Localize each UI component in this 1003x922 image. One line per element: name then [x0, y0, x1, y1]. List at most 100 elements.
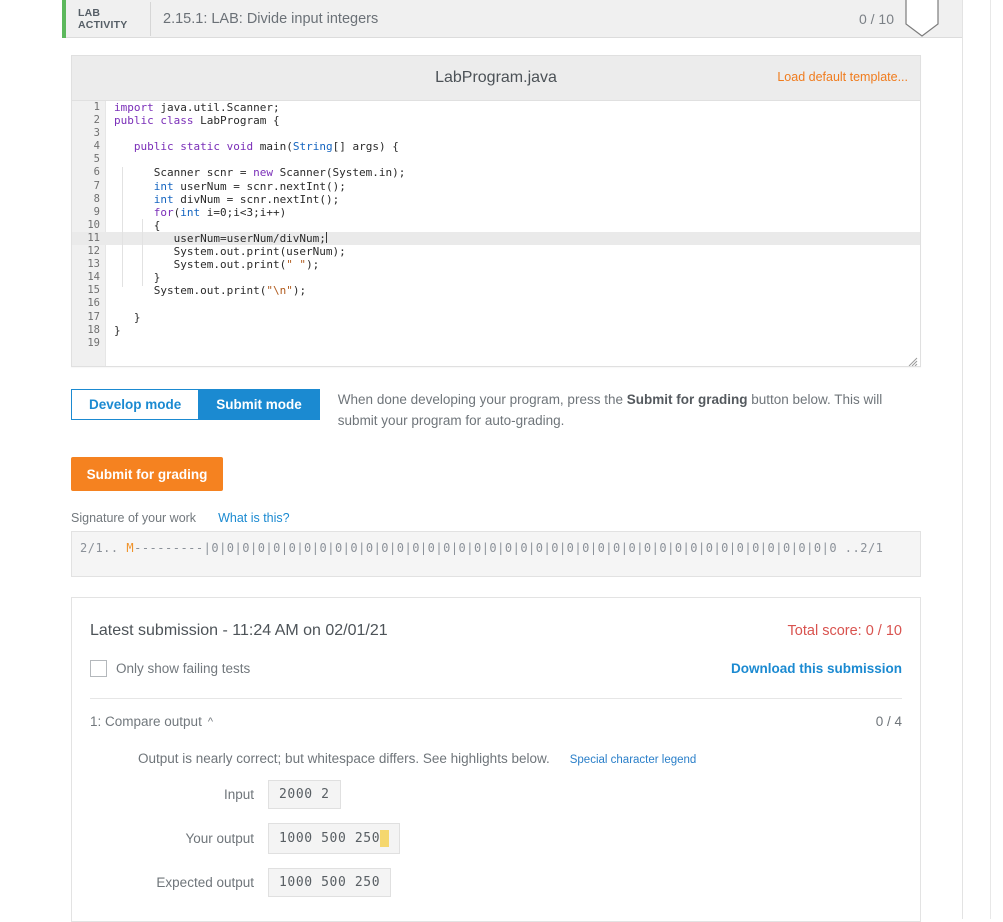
code-editor-card: LabProgram.java Load default template...… — [71, 55, 921, 367]
code-line: 8 int divNum = scnr.nextInt(); — [72, 193, 920, 206]
submit-for-grading-button[interactable]: Submit for grading — [71, 457, 223, 491]
mode-row: Develop mode Submit mode When done devel… — [71, 389, 921, 431]
lab-score: 0 / 10 — [858, 10, 894, 27]
code-line: 15 System.out.print("\n"); — [72, 284, 920, 297]
code-text: System.out.print("\n"); — [114, 284, 307, 298]
line-number: 9 — [93, 205, 100, 218]
rail-divider-right — [990, 0, 991, 919]
code-text: int userNum = scnr.nextInt(); — [153, 179, 346, 193]
test-case-header: 1: Compare output ^ 0 / 4 — [90, 714, 902, 729]
io-label: Expected output — [156, 875, 254, 890]
what-is-this-link[interactable]: What is this? — [218, 511, 290, 525]
lab-activity-header: LAB ACTIVITY 2.15.1: LAB: Divide input i… — [62, 0, 962, 38]
code-line: 18} — [72, 324, 920, 337]
editor-filename: LabProgram.java — [435, 69, 557, 86]
io-row: Your output 1000 500 250 — [90, 823, 902, 854]
io-value-box: 1000 500 250 — [268, 823, 401, 854]
code-text-area[interactable]: 1 import java.util.Scanner; 2 public class … — [72, 101, 920, 366]
only-failing-tests-checkbox[interactable] — [90, 660, 107, 677]
code-line: 2 public class LabProgram { — [72, 114, 920, 127]
code-line: 16 — [72, 297, 920, 310]
code-text: Scanner scnr = new Scanner(System.in); — [114, 166, 406, 180]
develop-mode-button[interactable]: Develop mode — [71, 389, 200, 420]
signature-label-row: Signature of your work What is this? — [71, 511, 953, 525]
code-editor-body[interactable]: 1 import java.util.Scanner; 2 public class … — [72, 101, 920, 366]
code-text: public static void main(String[] args) { — [133, 140, 399, 154]
indent-guide — [122, 166, 123, 288]
header-divider — [150, 1, 151, 36]
lab-activity-tag: LAB ACTIVITY — [78, 7, 146, 31]
line-number: 15 — [87, 284, 100, 297]
submission-title: Latest submission - 11:24 AM on 02/01/21 — [90, 622, 388, 639]
code-line: 17 } — [72, 311, 920, 324]
code-line: 4 public static void main(String[] args)… — [72, 140, 920, 153]
latest-submission-panel: Latest submission - 11:24 AM on 02/01/21… — [71, 597, 921, 922]
line-number: 13 — [87, 258, 100, 271]
line-number: 17 — [87, 310, 100, 323]
code-text: { — [114, 218, 161, 232]
line-number: 1 — [93, 101, 100, 113]
code-line: 7 int userNum = scnr.nextInt(); — [72, 180, 920, 193]
code-line: 9 for(int i=0;i<3;i++) — [72, 206, 920, 219]
mode-note-prefix: When done developing your program, press… — [337, 392, 627, 407]
code-line: 5 — [72, 153, 920, 166]
code-line: 14 } — [72, 271, 920, 284]
whitespace-highlight — [380, 830, 390, 847]
code-text: System.out.print(" "); — [114, 258, 320, 272]
line-number: 10 — [87, 218, 100, 231]
lab-title: 2.15.1: LAB: Divide input integers — [163, 10, 379, 27]
status-accent-bar — [62, 0, 66, 38]
code-line: 11 userNum=userNum/divNum; — [72, 231, 920, 246]
io-value: 2000 2 — [279, 787, 330, 802]
code-text: for(int i=0;i<3;i++) — [153, 205, 287, 219]
code-line: 1 import java.util.Scanner; — [72, 101, 920, 114]
editor-resize-handle[interactable] — [906, 352, 918, 366]
code-text: } — [114, 271, 161, 285]
test-message: Output is nearly correct; but whitespace… — [138, 751, 550, 766]
line-number: 4 — [93, 140, 100, 153]
code-text: import java.util.Scanner; — [114, 101, 280, 114]
download-submission-link[interactable]: Download this submission — [731, 661, 902, 676]
line-number: 14 — [87, 271, 100, 284]
io-label: Input — [223, 787, 254, 802]
code-editor-header: LabProgram.java Load default template... — [72, 56, 920, 101]
code-line: 10 { — [72, 219, 920, 232]
lab-tag-line2: ACTIVITY — [78, 18, 128, 31]
line-number: 8 — [93, 192, 100, 205]
signature-dashes: --------- — [134, 541, 204, 555]
code-text: userNum=userNum/divNum; — [114, 231, 327, 245]
signature-prefix: 2/1.. — [80, 541, 127, 555]
line-number: 19 — [87, 336, 100, 349]
left-gutter — [0, 0, 62, 919]
code-text: public class LabProgram { — [114, 114, 280, 128]
io-row: Input 2000 2 — [90, 780, 902, 809]
special-character-legend-link[interactable]: Special character legend — [570, 754, 697, 766]
main-content: LAB ACTIVITY 2.15.1: LAB: Divide input i… — [62, 0, 962, 922]
page-root: LAB ACTIVITY 2.15.1: LAB: Divide input i… — [0, 0, 1003, 922]
right-scroll-rail[interactable] — [962, 0, 1003, 919]
bookmark-flag-icon[interactable] — [904, 0, 940, 42]
test-case-title[interactable]: 1: Compare output — [90, 714, 202, 729]
code-line: 3 — [72, 127, 920, 140]
code-line: 19 — [72, 337, 920, 350]
io-rows: Input 2000 2 Your output 1000 500 250 Expect… — [90, 780, 902, 897]
signature-marker: M — [126, 541, 135, 555]
chevron-up-icon[interactable]: ^ — [208, 716, 213, 728]
submit-mode-button[interactable]: Submit mode — [199, 389, 320, 420]
code-text: } — [114, 323, 121, 337]
line-number: 12 — [87, 245, 100, 258]
submission-options: Only show failing tests Download this su… — [90, 660, 902, 677]
indent-guide — [142, 218, 143, 286]
code-line: 6 Scanner scnr = new Scanner(System.in); — [72, 166, 920, 179]
code-line: 12 System.out.print(userNum); — [72, 245, 920, 258]
io-value-box: 2000 2 — [268, 780, 341, 809]
mode-toggle-group: Develop mode Submit mode — [71, 389, 320, 420]
submission-header: Latest submission - 11:24 AM on 02/01/21… — [90, 598, 902, 640]
load-default-template-link[interactable]: Load default template... — [777, 70, 908, 84]
code-text: } — [114, 310, 141, 324]
only-failing-tests-label: Only show failing tests — [116, 661, 251, 676]
signature-box: 2/1.. M---------|0|0|0|0|0|0|0|0|0|0|0|0… — [71, 531, 921, 577]
signature-body: |0|0|0|0|0|0|0|0|0|0|0|0|0|0|0|0|0|0|0|0… — [203, 541, 838, 555]
